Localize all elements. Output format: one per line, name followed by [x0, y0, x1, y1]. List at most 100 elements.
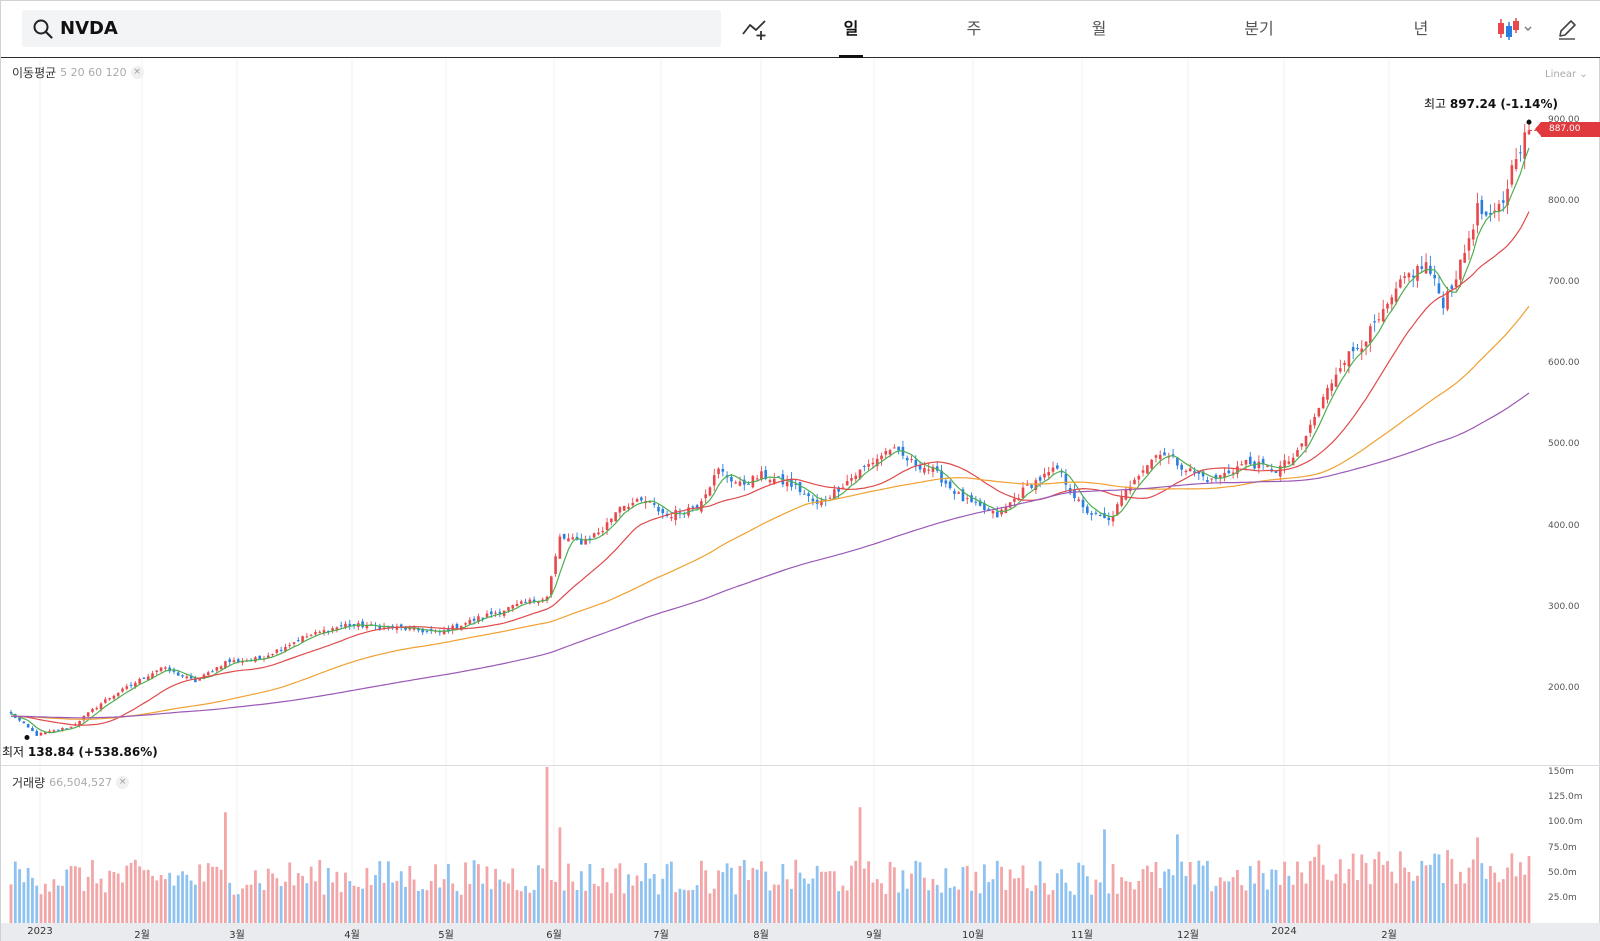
volume-bar [579, 871, 583, 923]
candle-body [1274, 471, 1278, 473]
volume-bar [1013, 878, 1016, 923]
candle [519, 599, 523, 605]
candle-body [910, 459, 913, 461]
volume-bar [601, 868, 605, 923]
candle [657, 504, 660, 516]
volume-bar [712, 888, 716, 923]
volume-bar [1141, 869, 1145, 923]
candle [1167, 452, 1171, 465]
volume-bar [704, 870, 708, 923]
candle-body [1248, 456, 1252, 465]
candle-body [1223, 472, 1226, 478]
volume-bar [905, 888, 909, 923]
volume-legend-close-icon[interactable]: × [116, 776, 130, 789]
candle-body [464, 623, 467, 625]
volume-bar [1103, 829, 1106, 923]
moving-average-legend: 이동평균 5 20 60 120 × [12, 64, 144, 81]
scale-toggle[interactable]: Linear ⌄ [1545, 69, 1588, 80]
candle-body [1150, 459, 1153, 469]
candle-body [850, 478, 853, 481]
candle [618, 505, 622, 517]
tab-year[interactable]: 년 [1403, 1, 1439, 57]
volume-bar [742, 859, 746, 923]
volume-bar [952, 886, 956, 923]
candle-body [519, 601, 523, 604]
tab-quarter[interactable]: 분기 [1239, 1, 1279, 57]
volume-bar [1068, 891, 1072, 923]
candle [494, 610, 497, 617]
candle-body [1433, 274, 1436, 279]
candle [314, 629, 317, 636]
volume-bar [940, 892, 943, 923]
volume-bar [1420, 860, 1424, 923]
candle-body [1163, 452, 1166, 456]
candle-body [1377, 319, 1381, 321]
candle [211, 669, 214, 673]
candle [1467, 230, 1471, 260]
volume-bar [1304, 883, 1308, 923]
volume-chart[interactable] [1, 767, 1600, 923]
candle [875, 454, 879, 471]
tab-week[interactable]: 주 [956, 1, 992, 57]
candle-body [1227, 470, 1231, 474]
candle [674, 505, 677, 526]
candle [1480, 195, 1484, 220]
add-indicator-icon[interactable] [741, 16, 769, 42]
candle-body [279, 649, 283, 651]
candle-body [116, 693, 120, 696]
candlestick-icon[interactable] [1495, 16, 1537, 42]
volume-bar [1227, 881, 1231, 923]
volume-bar [854, 860, 858, 923]
volume-bar [1506, 867, 1509, 923]
volume-bar [627, 874, 630, 923]
price-chart[interactable] [1, 59, 1600, 765]
volume-bar [1454, 883, 1458, 923]
volume-bar [1467, 867, 1471, 923]
candle-body [69, 726, 73, 728]
pencil-icon[interactable] [1556, 17, 1578, 41]
volume-bar [151, 875, 154, 923]
volume-bar [399, 871, 403, 923]
candle [1124, 486, 1128, 501]
volume-bar [305, 883, 309, 923]
candle-body [1206, 480, 1209, 483]
search-input[interactable] [60, 14, 700, 43]
candle [1227, 464, 1231, 475]
low-prefix: 최저 [2, 745, 25, 759]
tab-month[interactable]: 월 [1081, 1, 1117, 57]
candle-body [567, 538, 570, 542]
candle [1506, 179, 1509, 214]
volume-bar [669, 861, 673, 923]
volume-bar [802, 878, 806, 923]
volume-bar [1283, 861, 1286, 923]
volume-bar [734, 894, 738, 923]
candle [288, 642, 292, 649]
volume-bar [622, 893, 626, 923]
candle [395, 623, 399, 634]
candle [592, 532, 596, 538]
candle [1146, 464, 1149, 474]
volume-bar [378, 861, 382, 923]
candle-body [640, 497, 643, 501]
candle [1176, 457, 1179, 470]
candle-body [271, 653, 274, 655]
candle [322, 626, 326, 636]
volume-bar [82, 890, 86, 923]
ma-line-120 [11, 392, 1530, 719]
volume-bar [1510, 853, 1514, 923]
volume-bar [1205, 860, 1209, 923]
candle-body [1240, 464, 1243, 466]
ma-legend-close-icon[interactable]: × [130, 66, 144, 79]
volume-bar [614, 868, 618, 923]
volume-bar [721, 872, 725, 923]
candle-body [914, 459, 918, 466]
volume-bar [991, 879, 995, 923]
search-box[interactable] [22, 10, 721, 47]
volume-bar [1351, 853, 1355, 923]
volume-axis-label: 25.0m [1548, 892, 1577, 903]
volume-bar [708, 893, 712, 923]
candle [712, 468, 716, 491]
tab-day[interactable]: 일 [833, 1, 869, 58]
candle-body [1094, 512, 1098, 514]
volume-bar [871, 882, 875, 923]
